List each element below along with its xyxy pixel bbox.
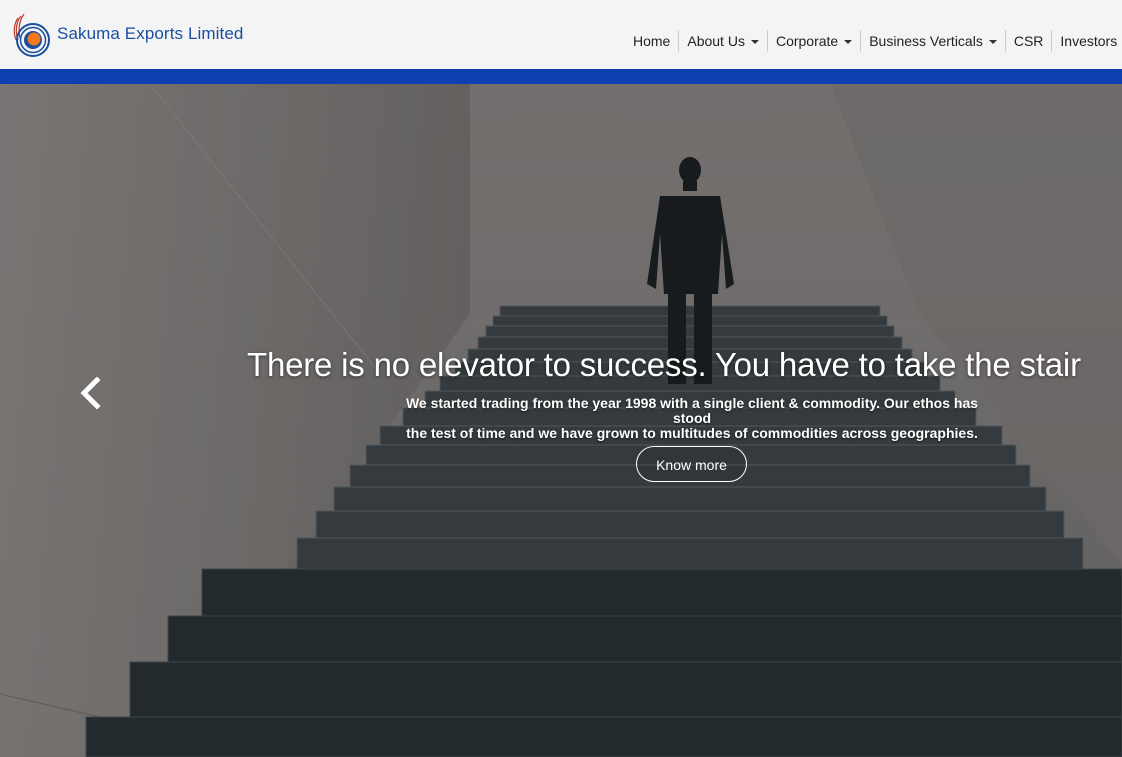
hero-headline: There is no elevator to success. You hav…	[247, 346, 1081, 383]
nav-about-us-label: About Us	[687, 33, 745, 49]
nav-business-verticals-label: Business Verticals	[869, 33, 983, 49]
nav-corporate[interactable]: Corporate	[766, 30, 860, 52]
chevron-left-icon	[80, 376, 101, 410]
brand-logo[interactable]: Sakuma Exports Limited	[12, 10, 243, 58]
nav-csr[interactable]: CSR	[1004, 30, 1052, 52]
accent-bar	[0, 69, 1122, 84]
know-more-button[interactable]: Know more	[636, 446, 747, 482]
hero-subtext-line2: the test of time and we have grown to mu…	[406, 425, 978, 441]
caret-down-icon	[750, 39, 759, 44]
nav-investors-label: Investors	[1060, 33, 1118, 49]
hero-slider: There is no elevator to success. You hav…	[0, 84, 1122, 757]
brand-name: Sakuma Exports Limited	[57, 24, 244, 43]
hero-subtext: We started trading from the year 1998 wi…	[392, 396, 992, 441]
sakuma-swirl-logo-icon	[13, 13, 50, 57]
site-header: Sakuma Exports Limited Home About Us Cor…	[0, 0, 1122, 69]
nav-csr-label: CSR	[1013, 33, 1044, 49]
caret-down-icon	[844, 39, 853, 44]
caret-down-icon	[988, 39, 997, 44]
main-nav: Home About Us Corporate Business Vertica…	[625, 30, 1122, 52]
nav-home[interactable]: Home	[625, 30, 678, 52]
nav-business-verticals[interactable]: Business Verticals	[860, 30, 1005, 52]
carousel-prev-button[interactable]	[78, 376, 104, 410]
nav-investors[interactable]: Investors	[1051, 30, 1122, 52]
nav-about-us[interactable]: About Us	[678, 30, 767, 52]
nav-home-label: Home	[633, 33, 671, 49]
nav-corporate-label: Corporate	[775, 33, 839, 49]
hero-subtext-line1: We started trading from the year 1998 wi…	[405, 395, 979, 426]
